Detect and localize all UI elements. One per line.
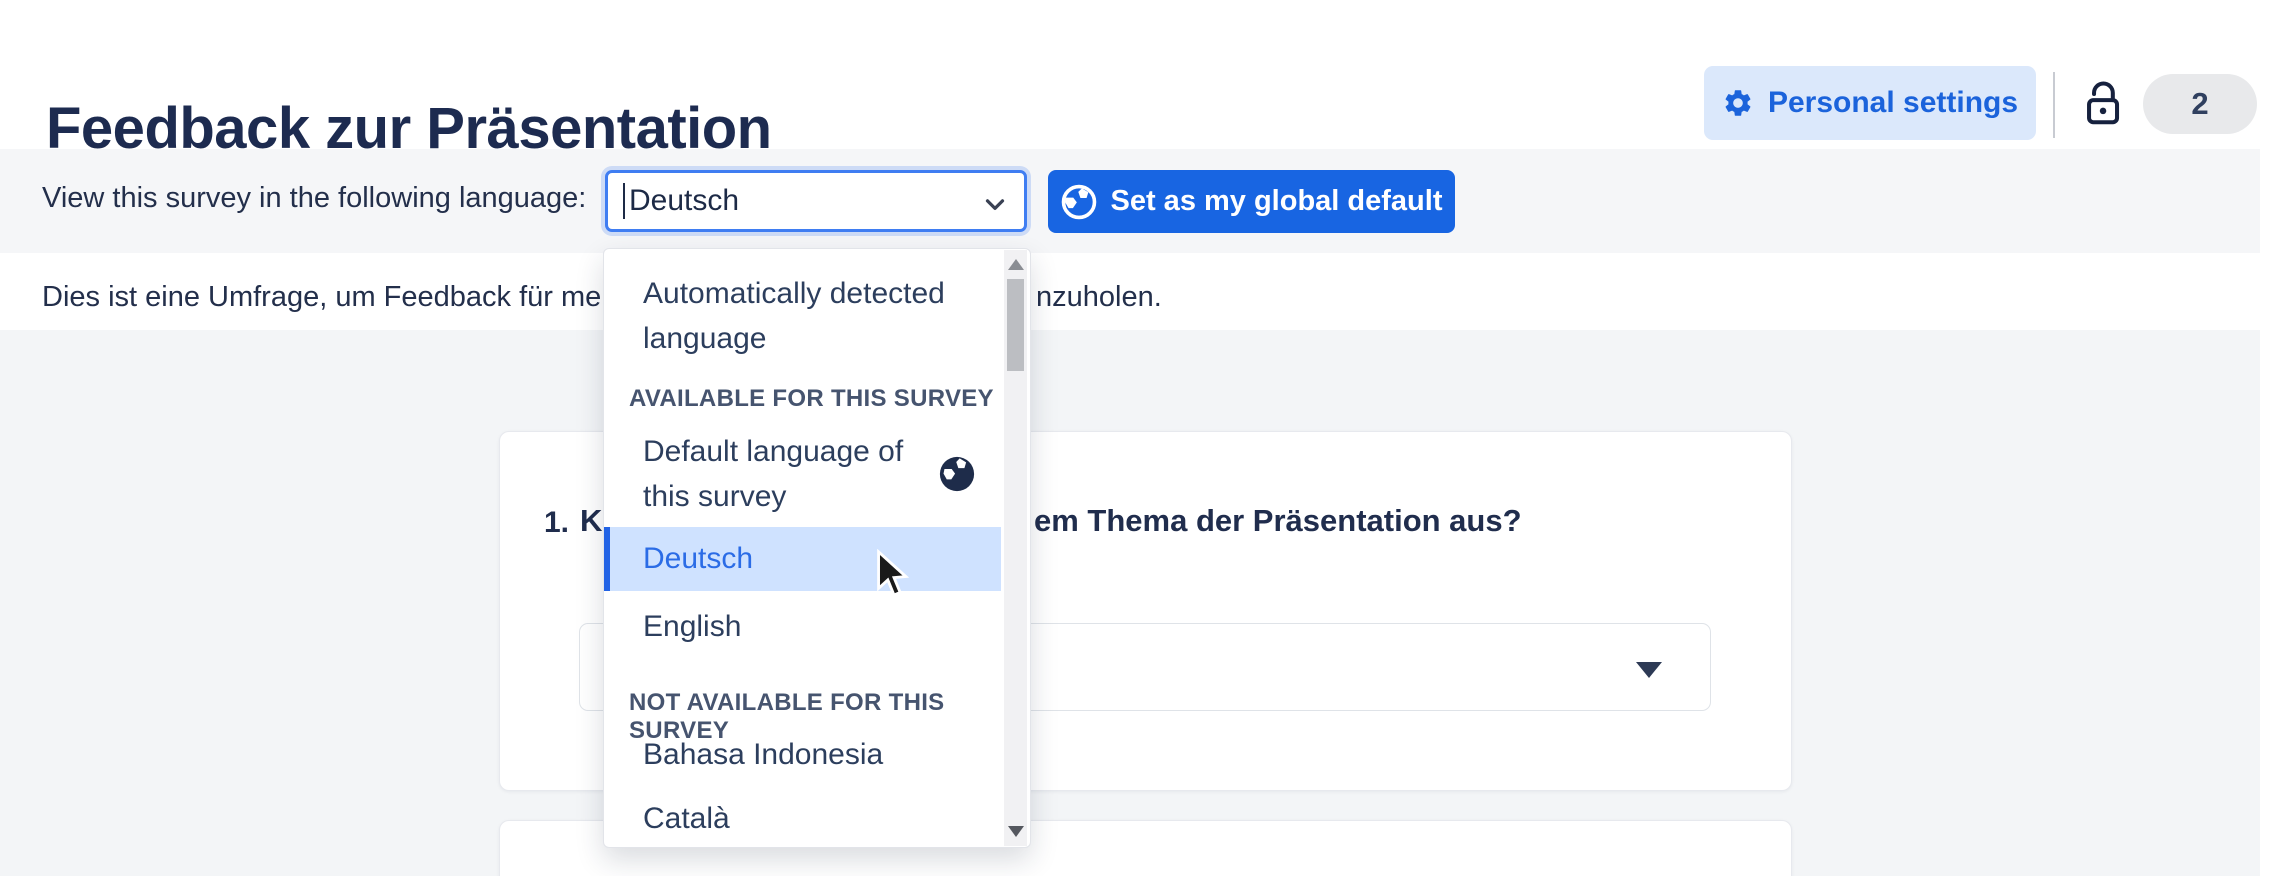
section-header-available: AVAILABLE FOR THIS SURVEY	[629, 385, 994, 413]
menu-item-english[interactable]: English	[604, 604, 1001, 649]
menu-item-bahasa[interactable]: Bahasa Indonesia	[604, 732, 1001, 777]
gear-icon	[1722, 87, 1754, 119]
text-cursor	[623, 183, 625, 219]
menu-item-default-language[interactable]: Default language of this survey	[604, 429, 934, 519]
survey-description-fragment-right: nzuholen.	[1036, 281, 1162, 314]
scroll-up-arrow-icon[interactable]	[1008, 259, 1024, 270]
question-text-fragment-right: em Thema der Präsentation aus?	[1034, 503, 1522, 539]
globe-icon	[938, 455, 976, 493]
chevron-down-icon	[980, 189, 1010, 219]
personal-settings-label: Personal settings	[1768, 86, 2018, 120]
language-select[interactable]: Deutsch	[605, 170, 1027, 232]
language-bar: View this survey in the following langua…	[0, 149, 2260, 253]
dropdown-scrollbar[interactable]	[1004, 250, 1027, 846]
language-bar-label: View this survey in the following langua…	[42, 182, 586, 215]
scrollbar-thumb[interactable]	[1007, 279, 1024, 371]
set-global-default-label: Set as my global default	[1111, 185, 1443, 218]
menu-item-auto-detect[interactable]: Automatically detected language	[604, 271, 1001, 361]
survey-description-fragment-left: Dies ist eine Umfrage, um Feedback für m…	[42, 281, 624, 314]
unlocked-padlock-icon	[2080, 74, 2128, 134]
badge-count: 2	[2191, 86, 2208, 122]
status-badge[interactable]: 2	[2143, 74, 2257, 134]
personal-settings-button[interactable]: Personal settings	[1704, 66, 2036, 140]
header-divider	[2053, 72, 2055, 138]
menu-item-deutsch-selected[interactable]: Deutsch	[604, 527, 1001, 591]
language-select-value: Deutsch	[629, 184, 739, 218]
menu-item-catala[interactable]: Català	[604, 796, 1001, 841]
survey-body: 1. K em Thema der Präsentation aus?	[0, 330, 2260, 876]
question-number: 1.	[544, 506, 569, 540]
scroll-down-arrow-icon[interactable]	[1008, 826, 1024, 837]
globe-icon	[1061, 184, 1097, 220]
menu-item-label: Deutsch	[610, 542, 753, 576]
language-dropdown-menu: Automatically detected language AVAILABL…	[603, 248, 1031, 848]
caret-down-icon	[1636, 662, 1662, 678]
set-global-default-button[interactable]: Set as my global default	[1048, 170, 1455, 233]
header-actions: Personal settings	[1704, 66, 2036, 140]
question-text-fragment-left: K	[580, 503, 602, 539]
survey-page: Feedback zur Präsentation Personal setti…	[0, 0, 2276, 876]
